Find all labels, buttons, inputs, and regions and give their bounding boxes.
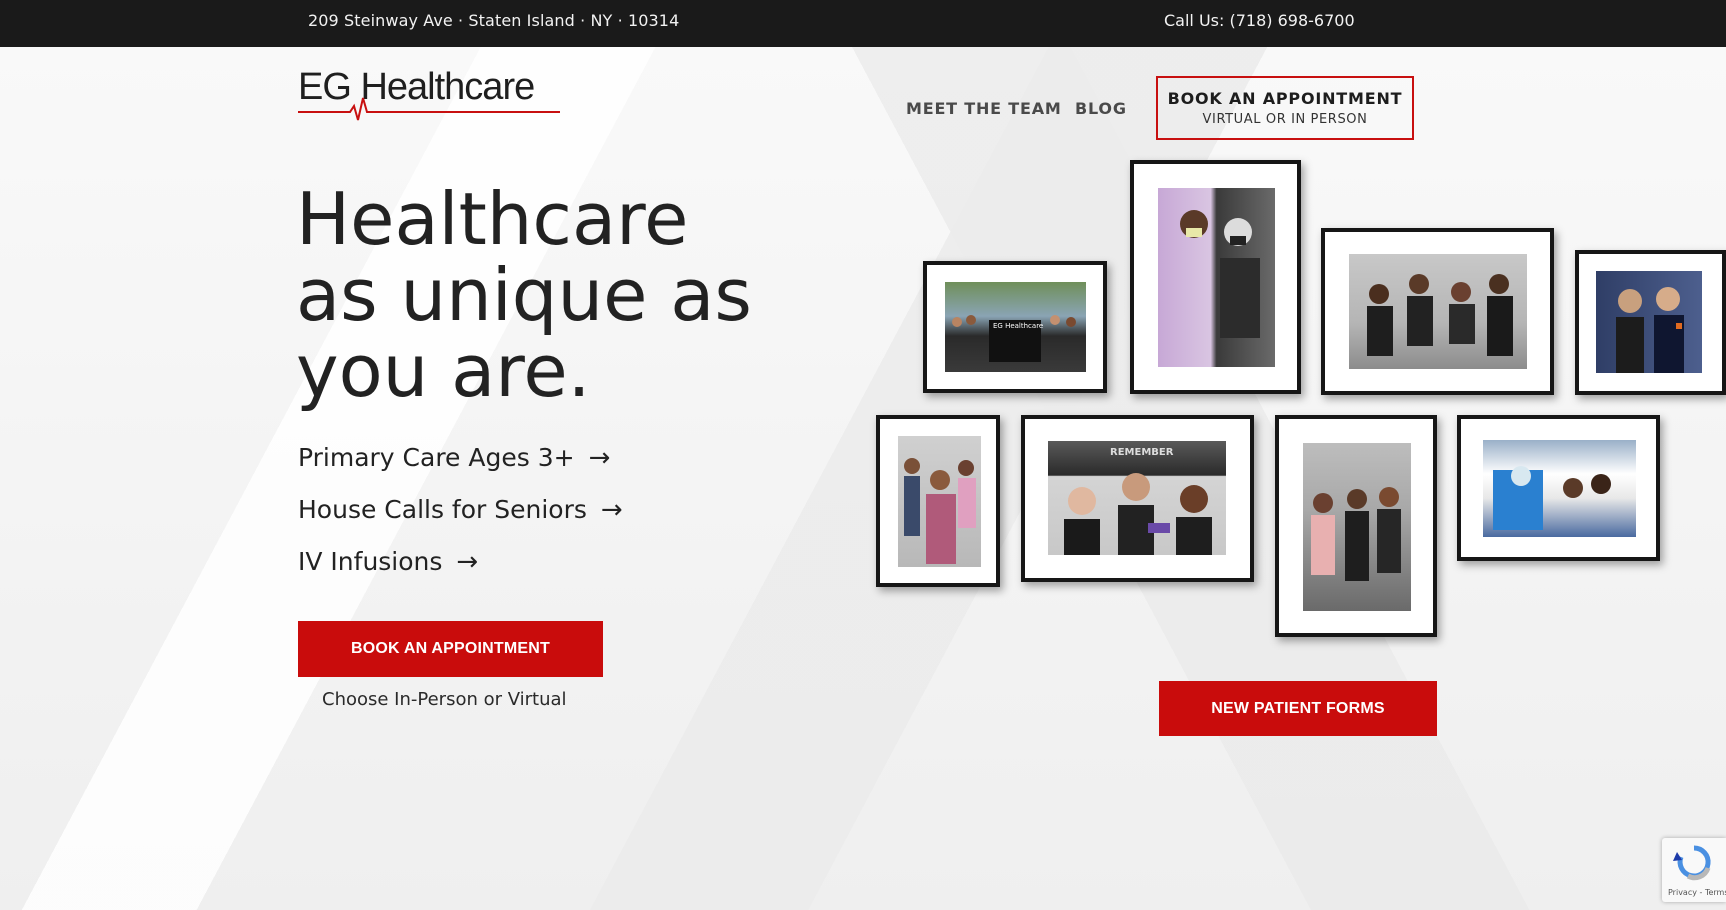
nav-meet-the-team[interactable]: MEET THE TEAM (906, 99, 1062, 118)
recaptcha-badge[interactable]: Privacy - Terms (1662, 838, 1726, 902)
service-link-primary-care[interactable]: Primary Care Ages 3+ → (298, 443, 610, 473)
senior-care-photo (1158, 188, 1275, 367)
arrow-right-icon: → (456, 547, 479, 577)
phone-link[interactable]: Call Us: (718) 698-6700 (1164, 11, 1355, 30)
service-link-house-calls[interactable]: House Calls for Seniors → (298, 495, 623, 525)
staff-smiles-photo: REMEMBER (1048, 441, 1226, 555)
book-caption: Choose In-Person or Virtual (322, 689, 567, 710)
photo-frame-group-exam (1321, 228, 1554, 395)
address-text: 209 Steinway Ave · Staten Island · NY · … (308, 11, 680, 30)
photo-frame-drive-through (1457, 415, 1660, 561)
photo-frame-senior-care (1130, 160, 1301, 394)
heartbeat-icon (298, 97, 560, 121)
service-label: House Calls for Seniors (298, 495, 587, 524)
nav-book-label: BOOK AN APPOINTMENT (1167, 89, 1403, 108)
wall-text: REMEMBER (1110, 447, 1174, 458)
hero-title-line2: as unique as (296, 253, 752, 337)
top-info-bar: 209 Steinway Ave · Staten Island · NY · … (0, 0, 1726, 47)
team-sign-photo: EG Healthcare (945, 282, 1086, 372)
hero-title-line3: you are. (296, 329, 591, 413)
nav-book-sublabel: VIRTUAL OR IN PERSON (1202, 112, 1368, 127)
photo-frame-staff-smiles: REMEMBER (1021, 415, 1254, 582)
photo-frame-team-sign: EG Healthcare (923, 261, 1107, 393)
sign-text: EG Healthcare (993, 322, 1044, 330)
book-appointment-button[interactable]: BOOK AN APPOINTMENT (298, 621, 603, 677)
doctor-photo (898, 436, 981, 567)
nav-blog[interactable]: BLOG (1075, 99, 1127, 118)
site-logo[interactable]: EG Healthcare (298, 66, 560, 121)
drive-through-photo (1483, 440, 1636, 537)
hero-title: Healthcare as unique as you are. (296, 181, 796, 409)
group-exam-photo (1349, 254, 1527, 369)
service-link-iv-infusions[interactable]: IV Infusions → (298, 547, 478, 577)
nav-book-appointment-button[interactable]: BOOK AN APPOINTMENT VIRTUAL OR IN PERSON (1156, 76, 1414, 140)
recaptcha-icon (1673, 845, 1711, 881)
photo-frame-couple (1575, 250, 1726, 395)
couple-photo (1596, 271, 1702, 373)
arrow-right-icon: → (600, 495, 623, 525)
photo-frame-doctor (876, 415, 1000, 587)
service-label: Primary Care Ages 3+ (298, 443, 575, 472)
recaptcha-text: Privacy - Terms (1668, 888, 1726, 897)
seated-group-photo (1303, 443, 1411, 611)
photo-frame-seated-group (1275, 415, 1437, 637)
new-patient-forms-button[interactable]: NEW PATIENT FORMS (1159, 681, 1437, 736)
hero-title-line1: Healthcare (296, 177, 689, 261)
service-label: IV Infusions (298, 547, 443, 576)
arrow-right-icon: → (588, 443, 611, 473)
